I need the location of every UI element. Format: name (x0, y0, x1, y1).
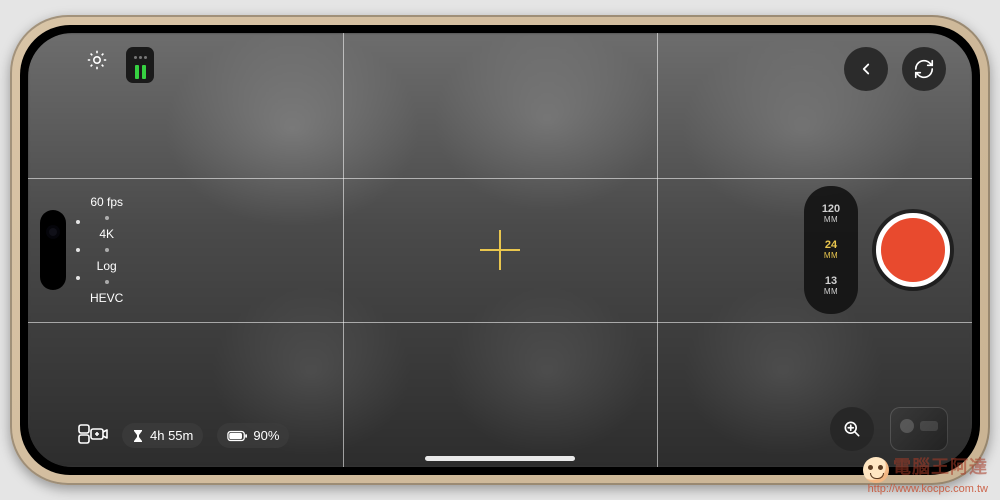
app-screen: 60 fps 4K Log HEVC 120 MM (28, 33, 972, 467)
gallery-thumbnail[interactable] (890, 407, 948, 451)
resolution-button[interactable]: 4K (99, 228, 114, 240)
lens-selector[interactable]: 120 MM 24 MM 13 MM (804, 186, 858, 314)
gear-icon (85, 48, 109, 72)
profile-button[interactable]: Log (97, 260, 117, 272)
multicam-button[interactable] (78, 422, 108, 449)
battery-icon (227, 430, 247, 442)
watermark: 電腦王阿達 http://www.kocpc.com.tw (863, 457, 988, 496)
lens-24mm[interactable]: 24 MM (808, 234, 854, 266)
battery-pill[interactable]: 90% (217, 423, 289, 448)
chevron-left-icon (857, 60, 875, 78)
magnify-plus-icon (842, 419, 862, 439)
phone-bezel: 60 fps 4K Log HEVC 120 MM (20, 25, 980, 475)
watermark-face-icon (863, 457, 889, 483)
zoom-button[interactable] (830, 407, 874, 451)
codec-button[interactable]: HEVC (90, 292, 123, 304)
lens-120mm[interactable]: 120 MM (808, 198, 854, 230)
levels-icon (134, 56, 147, 59)
record-button[interactable] (876, 213, 950, 287)
settings-button[interactable] (84, 47, 110, 73)
flip-camera-icon (913, 58, 935, 80)
hourglass-icon (132, 429, 144, 443)
back-button[interactable] (844, 47, 888, 91)
fps-button[interactable]: 60 fps (90, 196, 123, 208)
time-remaining-value: 4h 55m (150, 428, 193, 443)
lens-13mm[interactable]: 13 MM (808, 270, 854, 302)
phone-frame: 60 fps 4K Log HEVC 120 MM (10, 15, 990, 485)
multicam-icon (78, 422, 108, 446)
levels-button[interactable] (126, 47, 154, 83)
flip-camera-button[interactable] (902, 47, 946, 91)
battery-value: 90% (253, 428, 279, 443)
home-indicator[interactable] (425, 456, 575, 461)
page-dots (76, 220, 80, 280)
dynamic-island (40, 210, 66, 290)
time-remaining-pill[interactable]: 4h 55m (122, 423, 203, 448)
